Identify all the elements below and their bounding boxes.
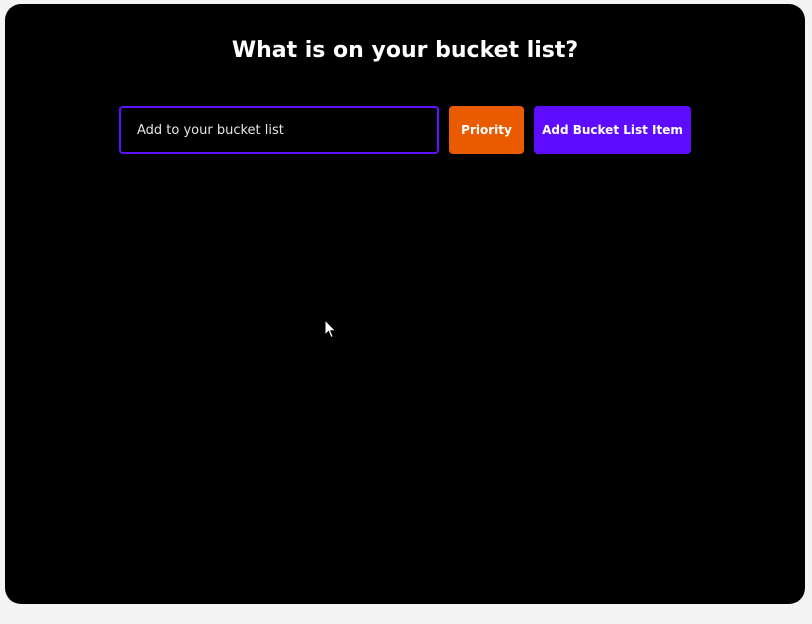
- add-bucket-list-item-button[interactable]: Add Bucket List Item: [534, 106, 691, 154]
- bucket-list-form: Priority Add Bucket List Item: [119, 106, 691, 154]
- bucket-list-app: What is on your bucket list? Priority Ad…: [5, 4, 805, 604]
- priority-button[interactable]: Priority: [449, 106, 524, 154]
- mouse-pointer-icon: [324, 319, 337, 339]
- page-title: What is on your bucket list?: [231, 38, 579, 63]
- bucket-list-input[interactable]: [119, 106, 439, 154]
